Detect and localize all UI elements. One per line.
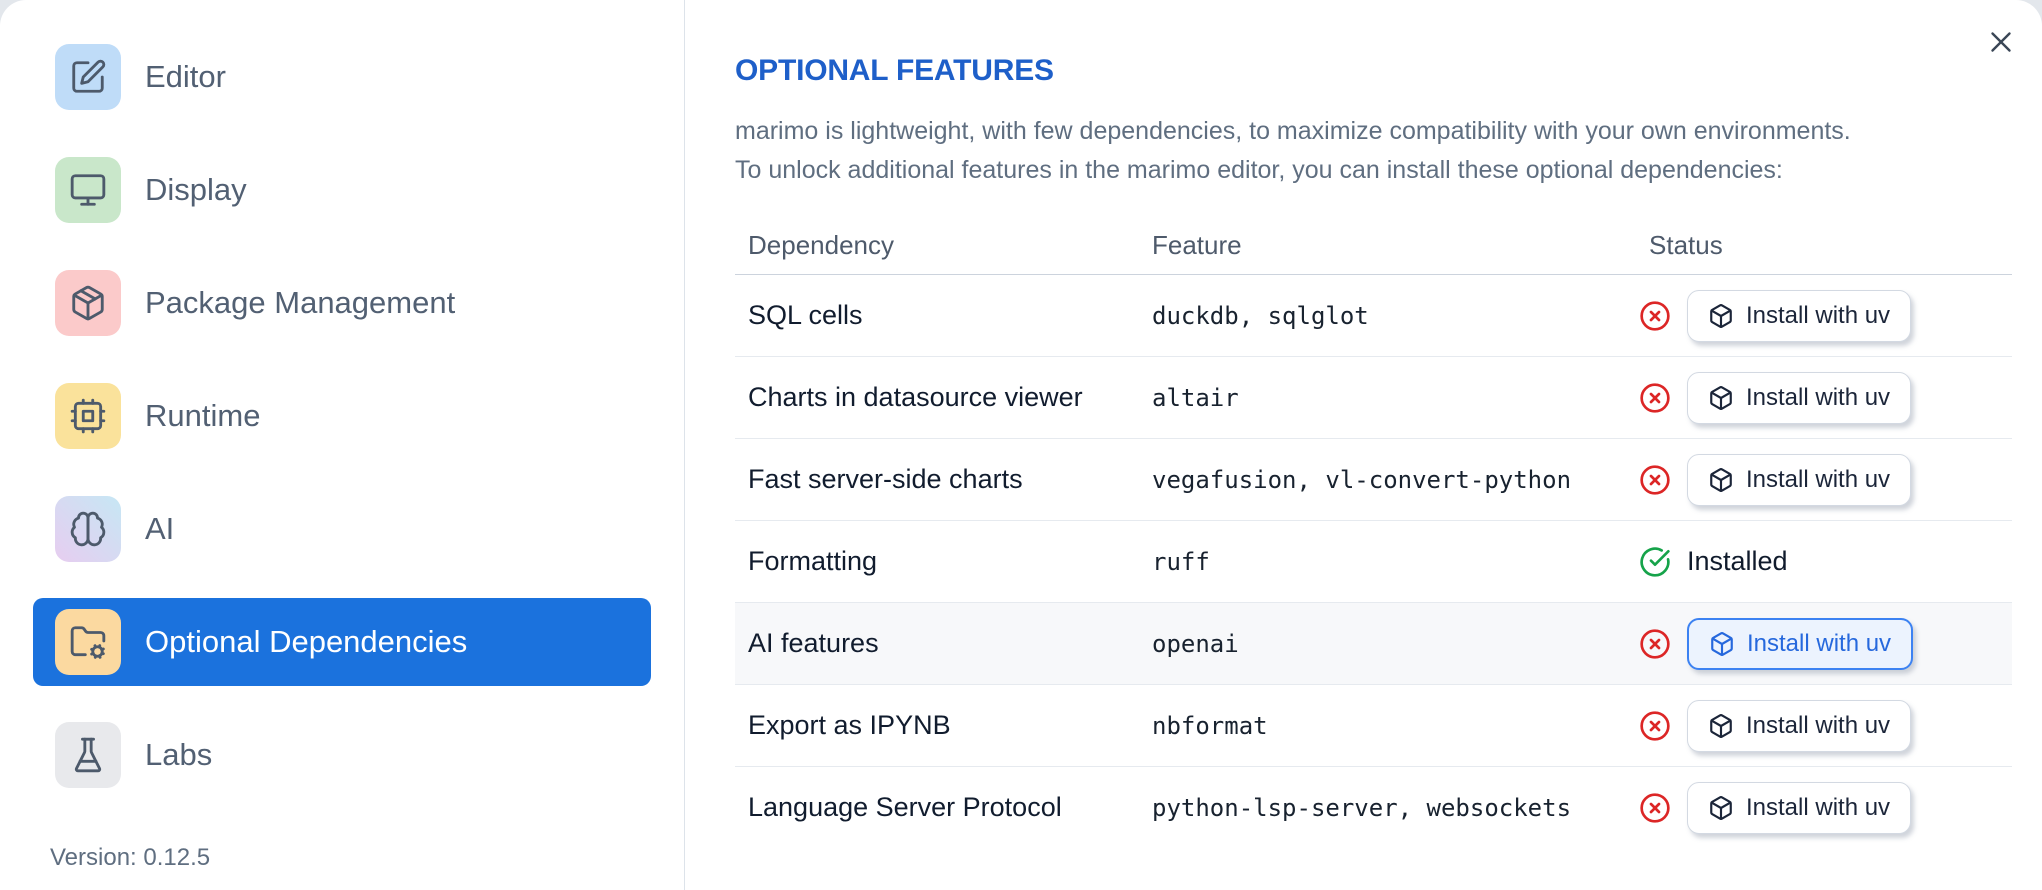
install-button-label: Install with uv [1746, 793, 1891, 821]
sidebar-item-editor[interactable]: Editor [33, 33, 651, 121]
box-icon [1710, 795, 1732, 820]
optional-features-panel: OPTIONAL FEATURES marimo is lightweight,… [685, 0, 2042, 890]
sidebar-item-package-management[interactable]: Package Management [33, 259, 651, 347]
page-title: OPTIONAL FEATURES [735, 54, 1054, 87]
sidebar-item-labs[interactable]: Labs [33, 711, 651, 799]
folder-cog-icon [55, 609, 121, 675]
sidebar-item-display[interactable]: Display [33, 146, 651, 234]
dependency-name: Language Server Protocol [748, 792, 1062, 822]
header-status: Status [1649, 229, 1723, 260]
sidebar-item-optional-dependencies[interactable]: Optional Dependencies [33, 598, 651, 686]
install-button-label: Install with uv [1746, 383, 1891, 411]
close-icon [1991, 31, 2011, 52]
circle-x-icon [1640, 464, 1670, 495]
box-icon [1711, 631, 1733, 656]
dependency-name: Formatting [748, 546, 878, 576]
install-with-uv-button[interactable]: Install with uv [1687, 699, 1912, 752]
sidebar-item-runtime[interactable]: Runtime [33, 372, 651, 460]
flask-icon [55, 722, 121, 788]
version-label: Version: 0.12.5 [50, 844, 211, 871]
table-row: Fast server-side charts vegafusion, vl-c… [735, 439, 2012, 521]
description-line-2: To unlock additional features in the mar… [735, 156, 1783, 184]
feature-packages: nbformat [1152, 711, 1268, 740]
box-icon [1710, 303, 1732, 328]
sidebar-item-ai[interactable]: AI [33, 485, 651, 573]
circle-x-icon [1640, 382, 1670, 413]
dependency-name: Charts in datasource viewer [748, 382, 1083, 412]
install-with-uv-button[interactable]: Install with uv [1687, 371, 1912, 424]
sidebar-item-label: Package Management [145, 285, 456, 320]
installed-status-label: Installed [1687, 546, 1788, 576]
install-button-label: Install with uv [1747, 629, 1892, 657]
sidebar-item-label: Labs [145, 737, 213, 772]
install-with-uv-button[interactable]: Install with uv [1687, 781, 1912, 834]
brain-icon [55, 496, 121, 562]
dependency-name: AI features [748, 628, 879, 658]
table-header-row: Dependency Feature Status [735, 216, 2012, 275]
sidebar-item-label: Editor [145, 59, 226, 94]
box-icon [1710, 467, 1732, 492]
panel-description: marimo is lightweight, with few dependen… [735, 112, 2012, 190]
cpu-icon [55, 383, 121, 449]
circle-x-icon [1640, 300, 1670, 331]
install-button-label: Install with uv [1746, 711, 1891, 739]
sidebar-item-label: Runtime [145, 398, 261, 433]
header-dependency: Dependency [748, 229, 894, 260]
box-icon [1710, 385, 1732, 410]
feature-packages: python-lsp-server, websockets [1152, 793, 1572, 822]
settings-sidebar: Editor Display Package Management Runtim… [0, 0, 685, 890]
sidebar-item-label: Optional Dependencies [145, 624, 468, 659]
install-button-label: Install with uv [1746, 465, 1891, 493]
feature-packages: openai [1152, 629, 1239, 658]
settings-dialog: Editor Display Package Management Runtim… [0, 0, 2042, 890]
header-feature: Feature [1152, 229, 1242, 260]
table-row: Charts in datasource viewer altair Insta… [735, 357, 2012, 439]
table-row: Formatting ruff Installed [735, 521, 2012, 603]
square-pen-icon [55, 44, 121, 110]
package-icon [55, 270, 121, 336]
description-line-1: marimo is lightweight, with few dependen… [735, 117, 1851, 145]
monitor-icon [55, 157, 121, 223]
install-button-label: Install with uv [1746, 301, 1891, 329]
install-with-uv-button[interactable]: Install with uv [1687, 617, 1914, 670]
circle-x-icon [1640, 792, 1670, 823]
box-icon [1710, 713, 1732, 738]
install-with-uv-button[interactable]: Install with uv [1687, 289, 1912, 342]
table-row: Export as IPYNB nbformat Install with uv [735, 685, 2012, 767]
table-row: Language Server Protocol python-lsp-serv… [735, 767, 2012, 848]
table-row: AI features openai Install with uv [735, 603, 2012, 685]
feature-packages: ruff [1152, 547, 1210, 576]
feature-packages: duckdb, sqlglot [1152, 301, 1369, 330]
sidebar-item-label: Display [145, 172, 247, 207]
dependencies-table: Dependency Feature Status SQL cells duck… [735, 216, 2012, 848]
feature-packages: vegafusion, vl-convert-python [1152, 465, 1572, 494]
close-button[interactable] [1982, 24, 2020, 62]
circle-x-icon [1640, 628, 1670, 659]
feature-packages: altair [1152, 383, 1239, 412]
dependency-name: SQL cells [748, 300, 863, 330]
sidebar-item-label: AI [145, 511, 175, 546]
table-row: SQL cells duckdb, sqlglot Install with u… [735, 275, 2012, 357]
circle-check-icon [1640, 546, 1670, 577]
install-with-uv-button[interactable]: Install with uv [1687, 453, 1912, 506]
dependency-name: Fast server-side charts [748, 464, 1023, 494]
dependency-name: Export as IPYNB [748, 710, 951, 740]
circle-x-icon [1640, 710, 1670, 741]
